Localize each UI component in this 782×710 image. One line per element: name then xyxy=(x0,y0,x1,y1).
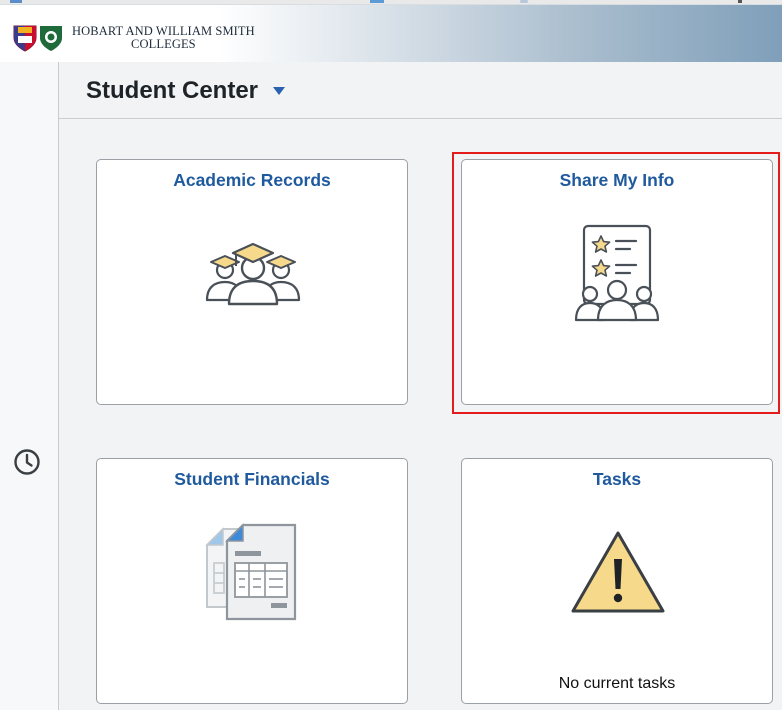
page-title[interactable]: Student Center xyxy=(86,77,258,105)
tile-student-financials[interactable]: Student Financials xyxy=(96,458,408,704)
warning-icon xyxy=(571,531,665,613)
page-title-bar: Student Center xyxy=(59,62,782,119)
tab-icon xyxy=(370,0,384,3)
brand-line-1: HOBART AND WILLIAM SMITH xyxy=(72,24,255,38)
share-info-icon xyxy=(574,224,660,322)
tile-tasks[interactable]: Tasks No current tasks xyxy=(461,458,773,704)
brand-line-2: COLLEGES xyxy=(131,37,196,51)
tile-title: Share My Info xyxy=(559,170,675,190)
college-crest-icon[interactable] xyxy=(12,24,68,54)
tab-icon xyxy=(520,0,528,3)
chevron-down-icon[interactable] xyxy=(273,87,285,95)
tab-icon xyxy=(738,0,742,3)
left-rail xyxy=(0,62,59,710)
tile-title: Student Financials xyxy=(174,469,330,489)
graduates-icon xyxy=(205,242,301,306)
tile-share-my-info[interactable]: Share My Info xyxy=(461,159,773,405)
tab-icon xyxy=(10,0,22,3)
recent-history-clock-icon[interactable] xyxy=(13,448,41,476)
site-header: HOBART AND WILLIAM SMITH COLLEGES xyxy=(0,4,782,62)
no-tasks-message: No current tasks xyxy=(558,675,676,692)
tile-title: Academic Records xyxy=(173,170,331,190)
tile-title: Tasks xyxy=(592,469,642,489)
brand-name[interactable]: HOBART AND WILLIAM SMITH COLLEGES xyxy=(72,25,255,51)
tile-academic-records[interactable]: Academic Records xyxy=(96,159,408,405)
financial-documents-icon xyxy=(205,523,297,621)
